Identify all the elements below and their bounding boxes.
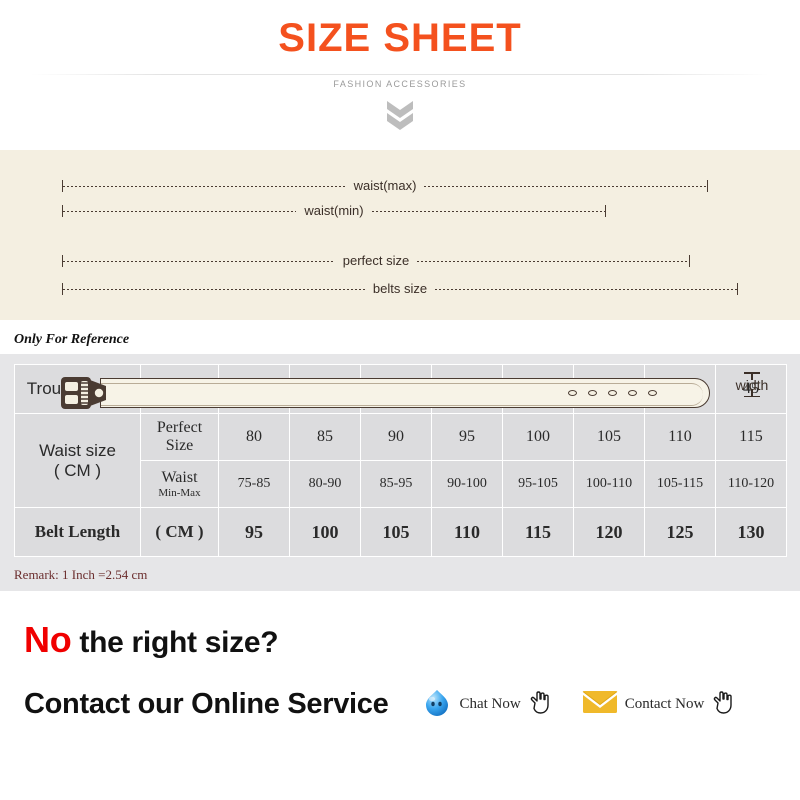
cell-perfect-7: 110 [644,413,716,461]
cell-perfect-6: 105 [573,413,645,461]
dimension-dots-left [63,288,365,290]
belt-width-indicator: width [718,372,786,397]
dimension-label-waist-min: waist(min) [304,202,364,218]
row-unit-belt-length: ( CM ) [140,507,219,557]
dimension-waist-max: waist(max) [62,177,708,193]
chat-now-label: Chat Now [459,696,521,712]
cta-headline: No the right size? [0,619,800,661]
contact-section: No the right size? Contact our Online Se… [0,591,800,761]
cta-contact-text: Contact our Online Service [24,688,389,720]
dimension-cap-right [689,255,691,267]
cell-minmax-7: 105-115 [644,460,716,508]
dimension-label-waist-max: waist(max) [353,177,417,193]
cell-perfect-8: 115 [715,413,787,461]
sub-label-perfect-line1: Perfect [156,419,203,436]
belt-hole [648,390,657,396]
double-chevron-down-icon [0,99,800,133]
contact-now-action[interactable]: Contact Now [582,689,736,720]
belt-diagram: waist(max) waist(min) width perfect size… [0,150,800,409]
dimension-dots-right [424,185,707,187]
page-subtitle: FASHION ACCESSORIES [0,79,800,89]
dimension-cap-right [737,283,739,295]
belt-hole [568,390,577,396]
dimension-label-belts-size: belts size [372,280,428,296]
cell-minmax-5: 95-105 [502,460,574,508]
reference-note: Only For Reference [0,320,800,354]
table-remark: Remark: 1 Inch =2.54 cm [0,561,800,591]
cell-belt-1: 95 [218,507,290,557]
cell-perfect-2: 85 [289,413,361,461]
dimension-belts-size: belts size [62,280,739,296]
sub-label-waist-minmax: Waist Min-Max [140,460,219,508]
cell-minmax-6: 100-110 [573,460,645,508]
cell-perfect-1: 80 [218,413,290,461]
cell-perfect-5: 100 [502,413,574,461]
contact-row: Contact our Online Service Chat Now Cont… [0,687,800,722]
sub-label-minmax-line1: Waist [161,469,198,486]
sub-label-minmax-line2: Min-Max [158,487,201,499]
row-label-waist-text: Waist size [39,440,116,460]
dimension-label-perfect-size: perfect size [342,252,410,268]
row-label-waist: Waist size ( CM ) [14,413,141,508]
contact-now-label: Contact Now [624,696,705,712]
cta-headline-rest: the right size? [71,626,279,659]
header-divider [30,74,770,75]
cta-headline-highlight: No [24,619,72,660]
row-label-waist-unit: ( CM ) [53,460,102,480]
cell-perfect-3: 90 [360,413,432,461]
dimension-cap-right [605,205,607,217]
belt-hole [608,390,617,396]
table-row-belt-length: Belt Length ( CM ) 95 100 105 110 115 12… [14,507,787,557]
row-label-belt-length: Belt Length [14,507,141,557]
belt-illustration [60,377,710,409]
dimension-dots-right [435,288,738,290]
table-row-waist-perfect: Waist size ( CM ) Perfect Size 80 85 90 … [14,413,787,508]
page-header: SIZE SHEET FASHION ACCESSORIES [0,0,800,150]
chat-bubble-icon [422,687,452,722]
envelope-icon [582,689,618,720]
sub-label-perfect-size: Perfect Size [140,413,219,461]
sub-label-perfect-line2: Size [165,437,194,454]
cell-belt-7: 125 [644,507,716,557]
dimension-dots-left [63,210,297,212]
dimension-dots-left [63,185,346,187]
belt-buckle-icon [60,374,116,412]
width-tick-top [744,372,760,378]
dimension-perfect-size: perfect size [62,252,691,268]
width-tick-bottom [744,390,760,397]
chat-now-action[interactable]: Chat Now [422,687,551,722]
belt-hole [588,390,597,396]
cell-minmax-4: 90-100 [431,460,503,508]
belt-strap [100,378,710,408]
cell-minmax-2: 80-90 [289,460,361,508]
cell-minmax-1: 75-85 [218,460,290,508]
cell-belt-2: 100 [289,507,361,557]
cell-belt-5: 115 [502,507,574,557]
cell-minmax-8: 110-120 [715,460,787,508]
cell-belt-6: 120 [573,507,645,557]
page-subtitle-text: FASHION ACCESSORIES [325,79,475,89]
cell-belt-4: 110 [431,507,503,557]
pointing-hand-icon [528,689,552,720]
dimension-waist-min: waist(min) [62,202,607,218]
cell-belt-3: 105 [360,507,432,557]
page-title: SIZE SHEET [278,16,522,60]
belt-hole [628,390,637,396]
contact-actions: Chat Now Contact Now [422,687,735,722]
cell-belt-8: 130 [715,507,787,557]
dimension-dots-left [63,260,335,262]
belt-holes [568,390,657,396]
cell-perfect-4: 95 [431,413,503,461]
dimension-dots-right [417,260,690,262]
cell-minmax-3: 85-95 [360,460,432,508]
pointing-hand-icon [711,689,735,720]
dimension-dots-right [371,210,606,212]
dimension-cap-right [707,180,708,192]
